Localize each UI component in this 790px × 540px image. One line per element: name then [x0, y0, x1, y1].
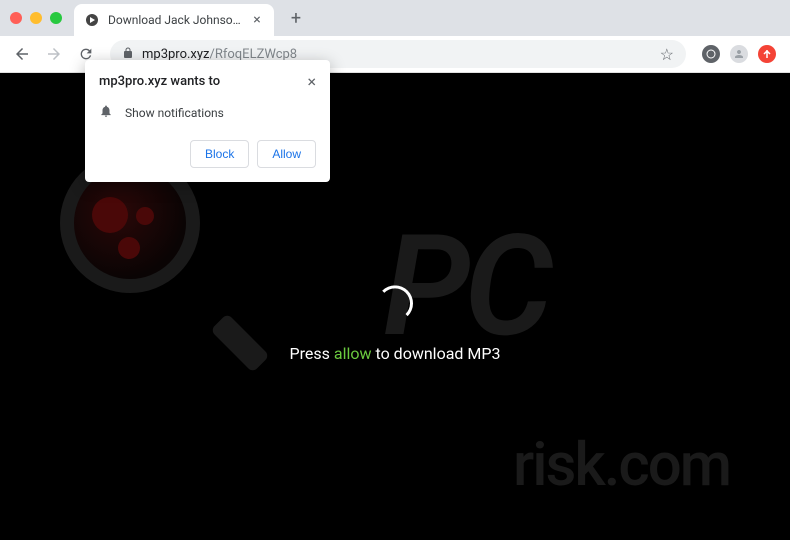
window-minimize-button[interactable]	[30, 12, 42, 24]
permission-title: mp3pro.xyz wants to	[99, 74, 220, 89]
tab-close-icon[interactable]: ×	[250, 13, 264, 27]
browser-tab[interactable]: Download Jack Johnson - Bett ×	[74, 4, 274, 36]
permission-actions: Block Allow	[99, 140, 316, 168]
block-button[interactable]: Block	[190, 140, 249, 168]
permission-body: Show notifications	[99, 104, 316, 122]
titlebar: Download Jack Johnson - Bett × +	[0, 0, 790, 36]
notification-permission-dialog: mp3pro.xyz wants to × Show notifications…	[85, 60, 330, 182]
tab-favicon-icon	[84, 12, 100, 28]
traffic-lights	[10, 12, 62, 24]
permission-header: mp3pro.xyz wants to ×	[99, 74, 316, 90]
message-allow: allow	[334, 344, 372, 363]
bookmark-star-icon[interactable]: ☆	[660, 45, 674, 64]
permission-close-icon[interactable]: ×	[307, 74, 316, 90]
extension-icons	[696, 45, 782, 63]
message-press: Press	[290, 344, 334, 363]
forward-button[interactable]	[40, 40, 68, 68]
profile-icon[interactable]	[730, 45, 748, 63]
window-maximize-button[interactable]	[50, 12, 62, 24]
message-rest: to download MP3	[372, 344, 501, 363]
adblock-icon[interactable]	[758, 45, 776, 63]
window-close-button[interactable]	[10, 12, 22, 24]
extension-icon[interactable]	[702, 45, 720, 63]
bell-icon	[99, 104, 113, 122]
new-tab-button[interactable]: +	[282, 4, 310, 32]
allow-button[interactable]: Allow	[257, 140, 316, 168]
permission-text: Show notifications	[125, 106, 224, 120]
tab-title: Download Jack Johnson - Bett	[108, 13, 242, 27]
download-message: Press allow to download MP3	[290, 344, 501, 363]
loading-spinner-icon	[377, 285, 413, 321]
back-button[interactable]	[8, 40, 36, 68]
watermark-risk: risk.com	[513, 429, 730, 500]
